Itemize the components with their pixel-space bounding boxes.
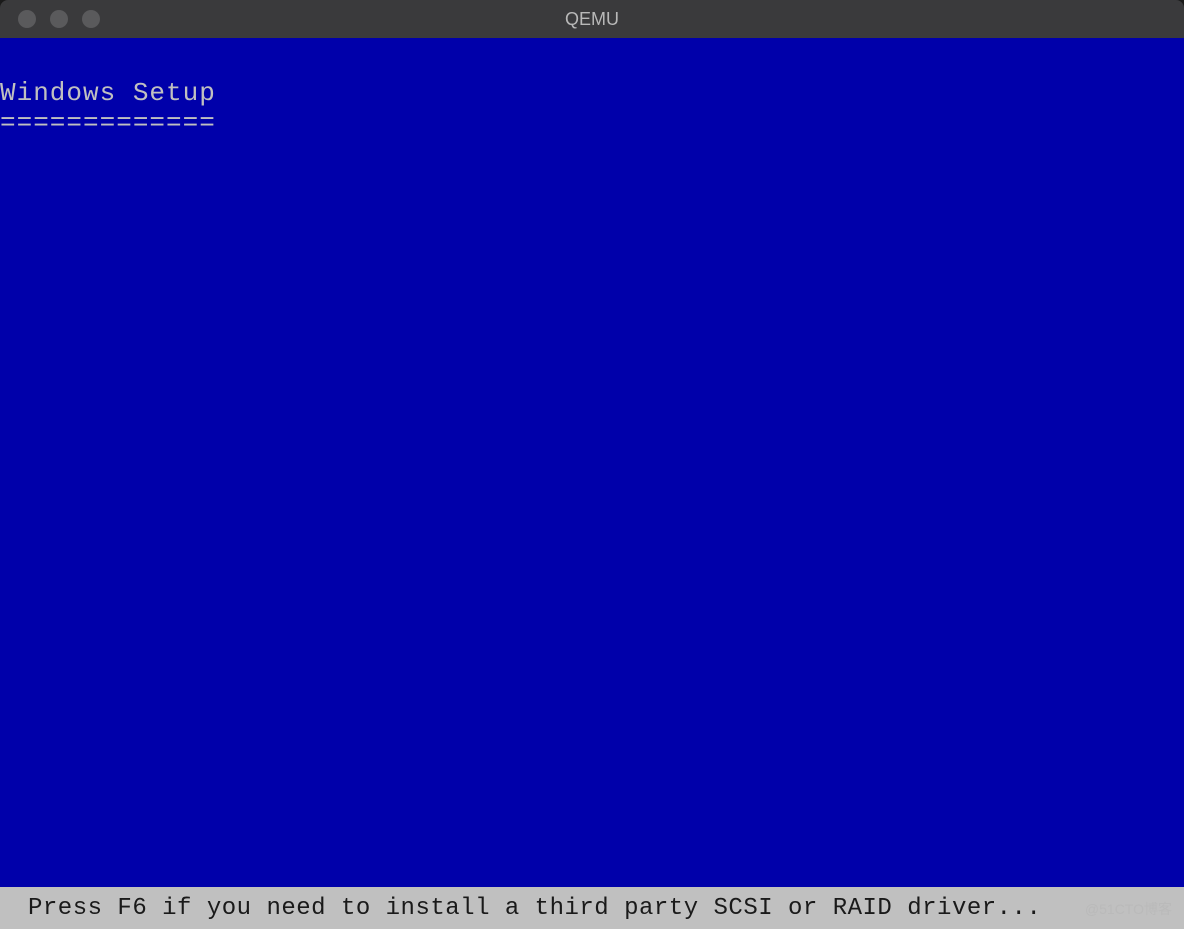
setup-heading: Windows Setup — [0, 78, 1184, 109]
window-controls — [0, 10, 100, 28]
setup-underline: ============= — [0, 109, 1184, 138]
minimize-window-button[interactable] — [50, 10, 68, 28]
status-message: Press F6 if you need to install a third … — [28, 895, 1041, 922]
window-title: QEMU — [565, 9, 619, 30]
emulator-screen[interactable]: Windows Setup ============= Press F6 if … — [0, 38, 1184, 929]
maximize-window-button[interactable] — [82, 10, 100, 28]
setup-content: Windows Setup ============= — [0, 38, 1184, 887]
close-window-button[interactable] — [18, 10, 36, 28]
window-titlebar: QEMU — [0, 0, 1184, 38]
status-bar: Press F6 if you need to install a third … — [0, 887, 1184, 929]
